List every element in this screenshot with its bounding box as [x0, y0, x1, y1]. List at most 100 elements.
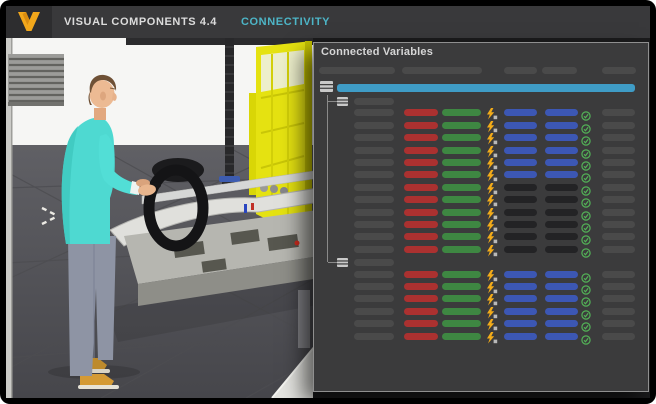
simulation-value-pill [442, 295, 481, 302]
check-circle-icon [581, 158, 591, 168]
server-variable-pill [504, 122, 537, 129]
update-value-pill [602, 122, 635, 129]
server-variable-pill [504, 184, 537, 191]
update-value-pill [602, 184, 635, 191]
server-variable-pill [504, 295, 537, 302]
server-value-pill [545, 171, 578, 178]
update-value-pill [602, 283, 635, 290]
check-circle-icon [581, 108, 591, 118]
variable-row[interactable] [314, 194, 648, 206]
variable-row[interactable] [314, 219, 648, 231]
update-value-pill [602, 333, 635, 340]
variable-row[interactable] [314, 331, 648, 343]
check-circle-icon [581, 319, 591, 329]
server-value-pill [545, 246, 578, 253]
variable-row[interactable] [314, 293, 648, 305]
variable-row[interactable] [314, 207, 648, 219]
column-header-placeholder [504, 67, 537, 74]
server-variable-pill [504, 283, 537, 290]
variable-row[interactable] [314, 132, 648, 144]
server-row-bar[interactable] [337, 84, 635, 92]
lightning-bolt-icon [485, 169, 498, 181]
red-marker [295, 241, 300, 246]
source-value-pill [404, 308, 438, 315]
variable-name-pill [354, 233, 394, 240]
lightning-bolt-icon [485, 182, 498, 194]
check-circle-icon [581, 121, 591, 131]
server-variable-pill [504, 171, 537, 178]
variable-row[interactable] [314, 231, 648, 243]
check-circle-icon [581, 146, 591, 156]
variable-row[interactable] [314, 269, 648, 281]
source-value-pill [404, 233, 438, 240]
source-value-pill [404, 246, 438, 253]
lightning-bolt-icon [485, 281, 498, 293]
variable-row[interactable] [314, 281, 648, 293]
server-node-icon[interactable] [320, 81, 333, 92]
simulation-value-pill [442, 196, 481, 203]
source-value-pill [404, 221, 438, 228]
check-circle-icon [581, 208, 591, 218]
variable-row[interactable] [314, 306, 648, 318]
simulation-value-pill [442, 283, 481, 290]
server-value-pill [545, 184, 578, 191]
server-variable-pill [504, 221, 537, 228]
server-value-pill [545, 147, 578, 154]
check-circle-icon [581, 245, 591, 255]
application-window: VISUAL COMPONENTS 4.4 CONNECTIVITY [0, 0, 656, 404]
server-value-pill [545, 308, 578, 315]
update-value-pill [602, 196, 635, 203]
variable-row[interactable] [314, 107, 648, 119]
simulation-value-pill [442, 109, 481, 116]
lightning-bolt-icon [485, 157, 498, 169]
lightning-bolt-icon [485, 331, 498, 343]
server-value-pill [545, 333, 578, 340]
variable-row[interactable] [314, 182, 648, 194]
server-value-pill [545, 233, 578, 240]
variable-row[interactable] [314, 318, 648, 330]
slatted-rack [8, 54, 64, 106]
group-name-placeholder [354, 259, 394, 266]
variable-name-pill [354, 147, 394, 154]
visual-components-logo[interactable] [6, 6, 52, 38]
source-value-pill [404, 209, 438, 216]
update-value-pill [602, 233, 635, 240]
simulation-value-pill [442, 246, 481, 253]
simulation-value-pill [442, 122, 481, 129]
update-value-pill [602, 271, 635, 278]
server-value-pill [545, 196, 578, 203]
variable-name-pill [354, 196, 394, 203]
check-circle-icon [581, 294, 591, 304]
update-value-pill [602, 159, 635, 166]
server-variable-pill [504, 246, 537, 253]
update-value-pill [602, 320, 635, 327]
variable-group-icon[interactable] [337, 258, 348, 267]
variable-name-pill [354, 221, 394, 228]
simulation-value-pill [442, 233, 481, 240]
column-header-placeholder [602, 67, 636, 74]
tree-line-branch [328, 101, 337, 102]
lightning-bolt-icon [485, 293, 498, 305]
variable-group-icon[interactable] [337, 97, 348, 106]
lightning-bolt-icon [485, 269, 498, 281]
simulation-value-pill [442, 171, 481, 178]
visual-components-v-icon [17, 12, 41, 32]
lightning-bolt-icon [485, 207, 498, 219]
simulation-value-pill [442, 221, 481, 228]
variable-row[interactable] [314, 145, 648, 157]
update-value-pill [602, 246, 635, 253]
check-circle-icon [581, 195, 591, 205]
source-value-pill [404, 171, 438, 178]
server-value-pill [545, 159, 578, 166]
variable-row[interactable] [314, 157, 648, 169]
source-value-pill [404, 333, 438, 340]
tab-connectivity[interactable]: CONNECTIVITY [241, 16, 330, 28]
server-variable-pill [504, 147, 537, 154]
variable-row[interactable] [314, 120, 648, 132]
server-value-pill [545, 209, 578, 216]
lightning-bolt-icon [485, 318, 498, 330]
variable-name-pill [354, 171, 394, 178]
variable-row[interactable] [314, 244, 648, 256]
variable-row[interactable] [314, 169, 648, 181]
server-variable-pill [504, 196, 537, 203]
